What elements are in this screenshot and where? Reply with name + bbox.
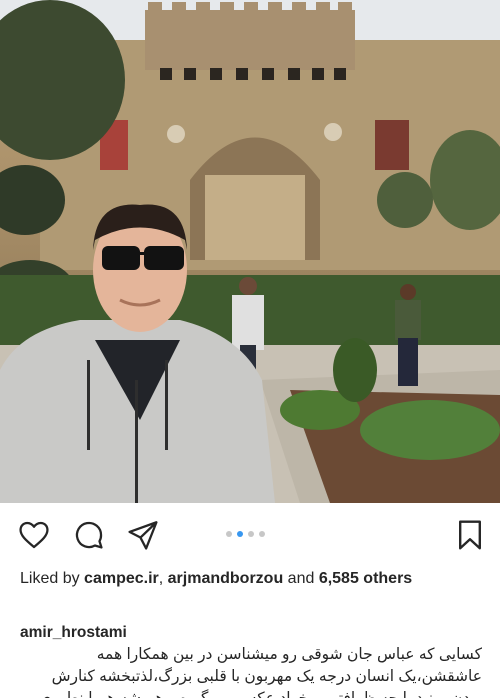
bookmark-icon[interactable] xyxy=(456,518,484,552)
likes-count[interactable]: 6,585 xyxy=(319,570,359,587)
liker-link[interactable]: campec.ir xyxy=(84,570,159,587)
carousel-dot xyxy=(259,531,265,537)
post-photo[interactable] xyxy=(0,0,500,503)
likes-others[interactable]: others xyxy=(359,570,412,587)
likes-and: and xyxy=(283,570,319,587)
carousel-indicator xyxy=(226,531,265,539)
liker-link[interactable]: arjmandborzou xyxy=(168,570,284,587)
paper-plane-icon[interactable] xyxy=(126,518,160,552)
post-photo-image xyxy=(0,0,500,503)
post-caption: amir_hrostami کسایی که عباس جان شوقی رو … xyxy=(20,622,482,698)
heart-icon[interactable] xyxy=(17,518,51,552)
comment-icon[interactable] xyxy=(72,518,106,552)
carousel-dot xyxy=(248,531,254,537)
caption-username[interactable]: amir_hrostami xyxy=(20,622,482,644)
caption-text: کسایی که عباس جان شوقی رو میشناسن در بین… xyxy=(39,646,482,698)
likes-separator: , xyxy=(158,570,168,587)
likes-prefix: Liked by xyxy=(20,570,85,587)
carousel-dot xyxy=(226,531,232,537)
carousel-dot-active xyxy=(237,531,243,537)
likes-summary: Liked by campec.ir, arjmandborzou and 6,… xyxy=(20,568,480,590)
